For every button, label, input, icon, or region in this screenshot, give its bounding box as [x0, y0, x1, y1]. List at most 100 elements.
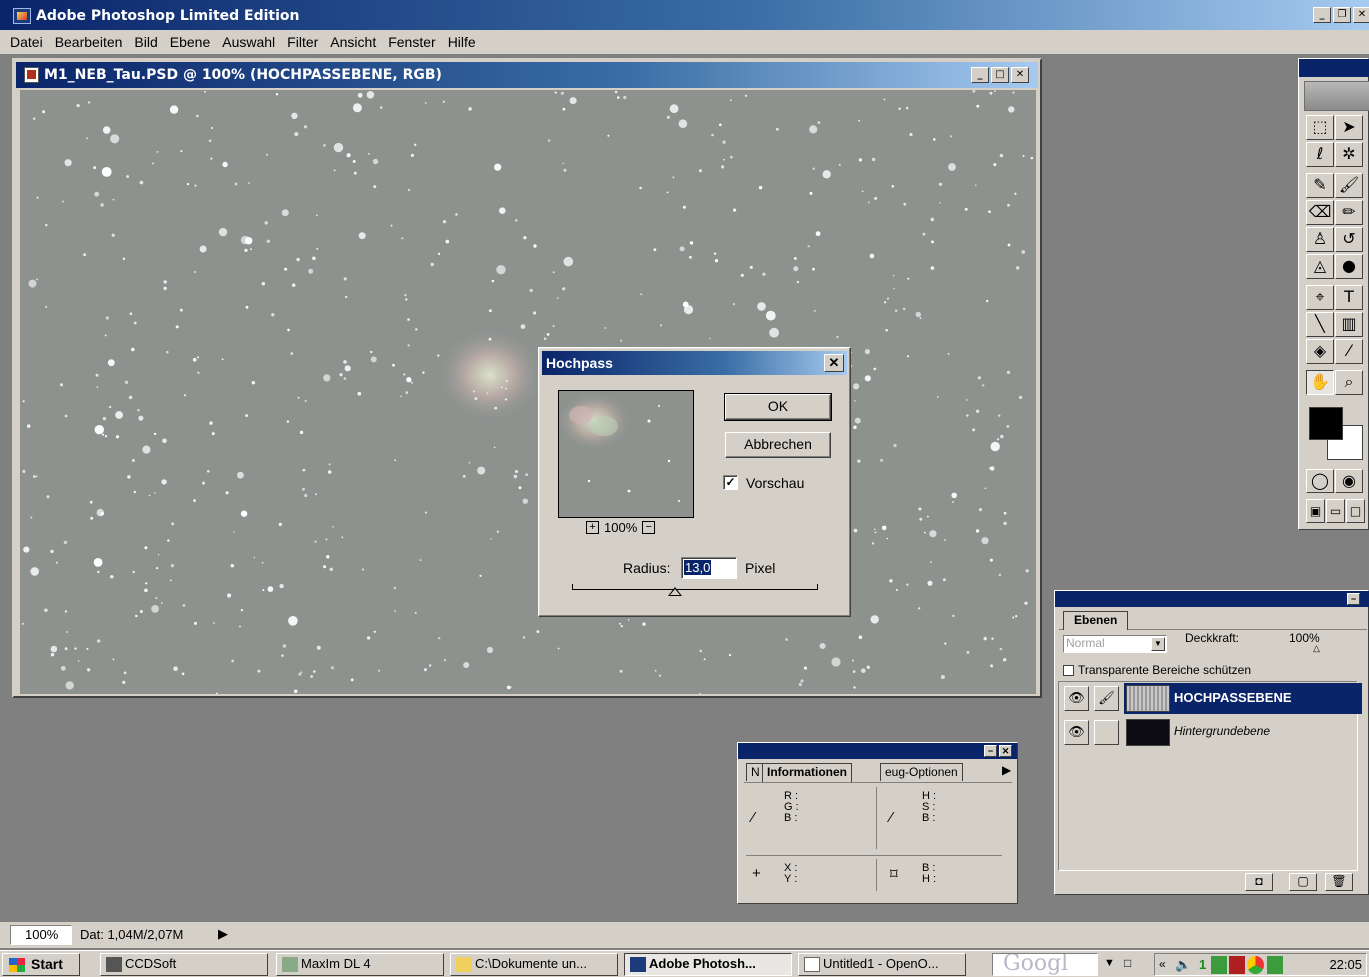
close-icon[interactable]: ✕	[999, 745, 1012, 757]
stamp-tool-icon[interactable]: ♙	[1306, 227, 1334, 252]
image-canvas[interactable]	[20, 90, 1036, 694]
task-explorer[interactable]: C:\Dokumente un...	[450, 953, 618, 976]
screen-mode-full-icon[interactable]: □	[1346, 499, 1365, 523]
google-search-box[interactable]: Googl	[992, 953, 1098, 976]
antivirus-secondary-icon[interactable]	[1267, 956, 1283, 974]
dropdown-arrow-icon[interactable]: ▼	[1151, 637, 1165, 651]
gradient-tool-icon[interactable]: ▥	[1335, 312, 1363, 337]
standard-mode-icon[interactable]: ◯	[1306, 469, 1334, 493]
dialog-titlebar[interactable]: Hochpass ✕	[542, 351, 847, 375]
brush-tool-icon[interactable]: 🖌	[1335, 173, 1363, 198]
menu-hilfe[interactable]: Hilfe	[448, 34, 476, 50]
blur-tool-icon[interactable]: ◬	[1306, 254, 1334, 279]
layer-name-area[interactable]: HOCHPASSEBENE	[1124, 683, 1362, 714]
new-layer-icon[interactable]: ▢	[1289, 873, 1317, 891]
menu-ebene[interactable]: Ebene	[170, 34, 210, 50]
zoom-in-icon[interactable]: +	[586, 521, 599, 534]
restore-icon[interactable]: ❐	[1333, 7, 1351, 23]
minimize-icon[interactable]: −	[984, 745, 997, 757]
path-selection-tool-icon[interactable]: ⌖	[1306, 285, 1334, 310]
zoom-tool-icon[interactable]: ⌕	[1335, 370, 1363, 395]
task-photoshop[interactable]: Adobe Photosh...	[624, 953, 792, 976]
paint-bucket-tool-icon[interactable]: ◈	[1306, 339, 1334, 364]
eye-icon[interactable]: 👁	[1064, 720, 1089, 745]
eye-icon[interactable]: 👁	[1064, 686, 1089, 711]
radius-input[interactable]: 13,0	[681, 557, 737, 579]
radius-slider[interactable]	[572, 584, 818, 590]
pencil-tool-icon[interactable]: ✏	[1335, 200, 1363, 225]
layer-row-hochpassebene[interactable]: 👁 🖌 HOCHPASSEBENE	[1062, 682, 1362, 715]
menu-ansicht[interactable]: Ansicht	[330, 34, 376, 50]
menu-filter[interactable]: Filter	[287, 34, 318, 50]
task-ccdsoft[interactable]: CCDSoft	[100, 953, 268, 976]
link-cell[interactable]	[1094, 720, 1119, 745]
tab-werkzeug-optionen[interactable]: eug-Optionen	[880, 763, 963, 781]
preview-checkbox[interactable]: ✓	[723, 475, 738, 490]
tab-ebenen[interactable]: Ebenen	[1063, 611, 1129, 630]
info-panel-header[interactable]: − ✕	[738, 743, 1017, 759]
lock-transparency-checkbox[interactable]	[1063, 665, 1074, 676]
history-brush-tool-icon[interactable]: ↺	[1335, 227, 1363, 252]
close-icon[interactable]: ✕	[824, 354, 844, 372]
app-titlebar[interactable]: Adobe Photoshop Limited Edition _ ❐ ✕	[0, 0, 1369, 30]
dodge-tool-icon[interactable]: ●	[1335, 254, 1363, 279]
status-menu-arrow-icon[interactable]: ▶	[218, 926, 228, 942]
type-tool-icon[interactable]: T	[1335, 285, 1363, 310]
tab-informationen[interactable]: Informationen	[762, 763, 852, 782]
foreground-color-swatch[interactable]	[1309, 407, 1343, 440]
screen-mode-full-menu-icon[interactable]: ▭	[1326, 499, 1345, 523]
taskbar-clock[interactable]: 22:05	[1329, 957, 1362, 972]
photoshop-app-icon[interactable]	[13, 8, 31, 24]
eyedropper-tool-icon[interactable]: ⁄	[1335, 339, 1363, 364]
zoom-out-icon[interactable]: −	[642, 521, 656, 534]
minimize-icon[interactable]: _	[971, 67, 989, 83]
magic-wand-tool-icon[interactable]: ✲	[1335, 142, 1363, 167]
menu-bearbeiten[interactable]: Bearbeiten	[55, 34, 123, 50]
brush-icon[interactable]: 🖌	[1094, 686, 1119, 711]
minimize-icon[interactable]: _	[1313, 7, 1331, 23]
toolbox-header[interactable]	[1299, 59, 1369, 77]
screen-mode-standard-icon[interactable]: ▣	[1306, 499, 1325, 523]
opacity-slider-icon[interactable]: △	[1313, 643, 1320, 654]
maximize-icon[interactable]: □	[991, 67, 1009, 83]
layer-name-area[interactable]: Hintergrundebene	[1124, 717, 1362, 748]
filter-preview[interactable]	[558, 390, 694, 518]
tray-app-icon[interactable]	[1247, 956, 1264, 974]
healing-brush-tool-icon[interactable]: ✎	[1306, 173, 1334, 198]
menu-auswahl[interactable]: Auswahl	[222, 34, 275, 50]
adobe-eye-icon[interactable]	[1304, 81, 1369, 111]
menu-fenster[interactable]: Fenster	[388, 34, 435, 50]
marquee-tool-icon[interactable]: ⬚	[1306, 115, 1334, 140]
speaker-icon[interactable]: 🔈	[1175, 957, 1191, 973]
task-openoffice[interactable]: Untitled1 - OpenO...	[798, 953, 966, 976]
menu-bild[interactable]: Bild	[134, 34, 157, 50]
lasso-tool-icon[interactable]: ℓ	[1306, 142, 1334, 167]
move-tool-icon[interactable]: ➤	[1335, 115, 1363, 140]
minimize-icon[interactable]: −	[1347, 593, 1360, 605]
start-button[interactable]: Start	[2, 953, 80, 976]
blend-mode-select[interactable]: Normal ▼	[1063, 635, 1167, 653]
ok-button[interactable]: OK	[724, 393, 832, 421]
task-maxim-dl[interactable]: MaxIm DL 4	[276, 953, 444, 976]
cancel-button[interactable]: Abbrechen	[725, 432, 831, 458]
expand-tray-icon[interactable]: «	[1159, 957, 1166, 971]
layer-row-hintergrundebene[interactable]: 👁 Hintergrundebene	[1062, 716, 1362, 749]
zoom-field[interactable]: 100%	[10, 925, 72, 945]
quick-mask-mode-icon[interactable]: ◉	[1335, 469, 1363, 493]
layers-panel-header[interactable]: −	[1055, 591, 1369, 607]
panel-menu-arrow-icon[interactable]: ▶	[1002, 763, 1011, 777]
radius-slider-thumb[interactable]	[668, 587, 682, 596]
trash-icon[interactable]: 🗑	[1325, 873, 1353, 891]
zonealarm-icon[interactable]	[1229, 956, 1245, 974]
close-icon[interactable]: ✕	[1011, 67, 1029, 83]
tray-status-icon[interactable]: 1	[1199, 957, 1206, 972]
close-icon[interactable]: ✕	[1353, 7, 1369, 23]
dropdown-arrow-icon[interactable]: ▼	[1104, 957, 1115, 969]
document-titlebar[interactable]: M1_NEB_Tau.PSD @ 100% (HOCHPASSEBENE, RG…	[16, 62, 1038, 88]
menu-datei[interactable]: Datei	[10, 34, 43, 50]
square-icon[interactable]: □	[1124, 956, 1131, 970]
add-mask-icon[interactable]: ◘	[1245, 873, 1273, 891]
eraser-tool-icon[interactable]: ⌫	[1306, 200, 1334, 225]
line-tool-icon[interactable]: ╲	[1306, 312, 1334, 337]
preview-checkbox-label[interactable]: Vorschau	[746, 475, 804, 491]
